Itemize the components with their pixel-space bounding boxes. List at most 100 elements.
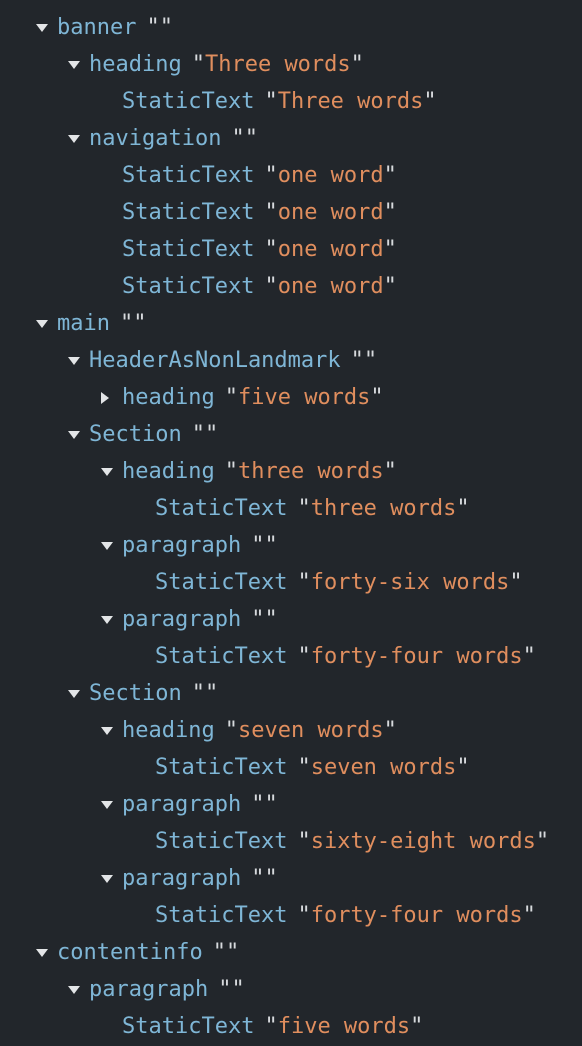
close-quote: " xyxy=(383,237,397,262)
close-quote: " xyxy=(350,52,364,77)
triangle-down-icon[interactable] xyxy=(101,453,122,490)
close-quote: " xyxy=(423,89,437,114)
role-value-spacer xyxy=(341,342,351,379)
close-quote: " xyxy=(159,15,173,40)
node-role: StaticText xyxy=(155,496,288,521)
close-quote: " xyxy=(383,163,397,188)
open-quote: " xyxy=(264,1014,278,1039)
node-role: StaticText xyxy=(155,644,288,669)
tree-row[interactable]: paragraph "" xyxy=(0,971,582,1008)
node-value: three words xyxy=(237,459,384,484)
triangle-down-icon[interactable] xyxy=(101,860,122,897)
role-value-spacer xyxy=(287,490,297,527)
tree-row[interactable]: HeaderAsNonLandmark "" xyxy=(0,342,582,379)
twisty-placeholder-icon xyxy=(68,0,89,9)
tree-row[interactable]: StaticText "one word" xyxy=(0,231,582,268)
tree-row[interactable]: paragraph "" xyxy=(0,786,582,823)
tree-row[interactable]: heading "three words" xyxy=(0,453,582,490)
role-value-spacer xyxy=(254,231,264,268)
close-quote: " xyxy=(225,940,240,965)
triangle-down-icon[interactable] xyxy=(101,786,122,823)
tree-row[interactable]: main "" xyxy=(0,305,582,342)
node-value: Three words xyxy=(204,52,351,77)
tree-row[interactable]: StaticText "one word" xyxy=(0,268,582,305)
role-value-spacer xyxy=(287,564,297,601)
triangle-down-icon[interactable] xyxy=(36,9,57,46)
triangle-down-icon[interactable] xyxy=(68,46,89,83)
tree-row[interactable]: "" xyxy=(0,0,582,9)
role-value-spacer xyxy=(89,0,99,9)
role-value-spacer xyxy=(241,601,251,638)
tree-row[interactable]: Section "" xyxy=(0,416,582,453)
tree-row[interactable]: StaticText "seven words" xyxy=(0,749,582,786)
open-quote: " xyxy=(297,829,311,854)
triangle-down-icon[interactable] xyxy=(101,712,122,749)
tree-row[interactable]: Section "" xyxy=(0,675,582,712)
triangle-down-icon[interactable] xyxy=(68,971,89,1008)
tree-row[interactable]: heading "seven words" xyxy=(0,712,582,749)
role-value-spacer xyxy=(254,268,264,305)
close-quote: " xyxy=(133,311,147,336)
open-quote: " xyxy=(350,348,364,373)
open-quote: " xyxy=(146,15,160,40)
triangle-down-icon[interactable] xyxy=(68,675,89,712)
triangle-down-icon[interactable] xyxy=(36,305,57,342)
role-value-spacer xyxy=(287,638,297,675)
open-quote: " xyxy=(297,903,311,928)
close-quote: " xyxy=(264,607,278,632)
tree-row[interactable]: StaticText "three words" xyxy=(0,490,582,527)
tree-row[interactable]: heading "five words" xyxy=(0,379,582,416)
triangle-down-icon[interactable] xyxy=(101,601,122,638)
node-role: Section xyxy=(89,681,182,706)
triangle-down-icon[interactable] xyxy=(68,120,89,157)
accessibility-tree[interactable]: ""banner ""heading "Three words"StaticTe… xyxy=(0,0,582,1045)
tree-row[interactable]: StaticText "forty-four words" xyxy=(0,897,582,934)
close-quote: " xyxy=(363,348,378,373)
triangle-right-icon[interactable] xyxy=(101,379,122,416)
close-quote: " xyxy=(244,126,258,151)
triangle-down-icon[interactable] xyxy=(68,416,89,453)
open-quote: " xyxy=(297,755,311,780)
node-role: StaticText xyxy=(155,829,288,854)
tree-row[interactable]: StaticText "five words" xyxy=(0,1008,582,1045)
tree-row[interactable]: StaticText "one word" xyxy=(0,194,582,231)
node-role: HeaderAsNonLandmark xyxy=(89,348,341,373)
role-value-spacer xyxy=(287,897,297,934)
tree-row[interactable]: heading "Three words" xyxy=(0,46,582,83)
role-value-spacer xyxy=(215,712,225,749)
node-role: StaticText xyxy=(155,903,288,928)
node-value: seven words xyxy=(237,718,384,743)
tree-row[interactable]: paragraph "" xyxy=(0,860,582,897)
tree-row[interactable]: contentinfo "" xyxy=(0,934,582,971)
open-quote: " xyxy=(119,311,134,336)
node-role: paragraph xyxy=(122,533,242,558)
triangle-down-icon[interactable] xyxy=(36,934,57,971)
tree-row[interactable]: paragraph "" xyxy=(0,601,582,638)
node-value: five words xyxy=(237,385,371,410)
open-quote: " xyxy=(224,718,238,743)
tree-row[interactable]: StaticText "Three words" xyxy=(0,83,582,120)
twisty-placeholder-icon xyxy=(101,1008,122,1045)
open-quote: " xyxy=(212,940,226,965)
role-value-spacer xyxy=(182,416,192,453)
tree-row[interactable]: StaticText "one word" xyxy=(0,157,582,194)
open-quote: " xyxy=(218,977,232,1002)
tree-row[interactable]: navigation "" xyxy=(0,120,582,157)
tree-row[interactable]: StaticText "forty-four words" xyxy=(0,638,582,675)
tree-row[interactable]: banner "" xyxy=(0,9,582,46)
node-value: forty-four words xyxy=(310,903,523,928)
triangle-down-icon[interactable] xyxy=(68,342,89,379)
open-quote: " xyxy=(251,866,265,891)
tree-row[interactable]: StaticText "sixty-eight words" xyxy=(0,823,582,860)
node-role: heading xyxy=(122,718,215,743)
tree-row[interactable]: StaticText "forty-six words" xyxy=(0,564,582,601)
tree-row[interactable]: paragraph "" xyxy=(0,527,582,564)
close-quote: " xyxy=(264,533,278,558)
open-quote: " xyxy=(264,274,278,299)
triangle-down-icon[interactable] xyxy=(101,527,122,564)
twisty-placeholder-icon xyxy=(101,231,122,268)
node-role: Section xyxy=(89,422,182,447)
close-quote: " xyxy=(383,718,397,743)
node-role: StaticText xyxy=(155,755,288,780)
open-quote: " xyxy=(264,89,278,114)
